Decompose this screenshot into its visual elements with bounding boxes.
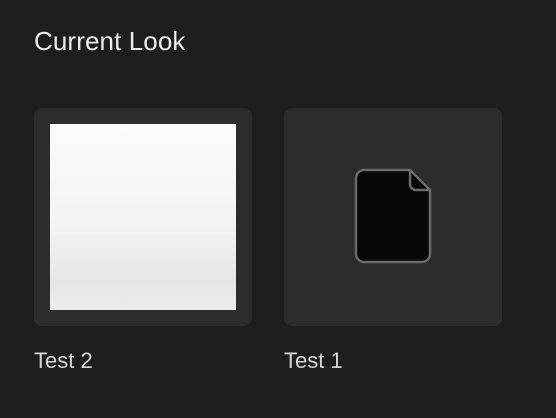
file-icon bbox=[354, 168, 432, 264]
current-look-panel: Current Look Test 2 Test 1 bbox=[0, 0, 556, 418]
look-label-test-2: Test 2 bbox=[34, 348, 93, 373]
look-tile-test-1[interactable] bbox=[284, 108, 502, 326]
look-thumbnail bbox=[50, 124, 236, 310]
look-label-test-1: Test 1 bbox=[284, 348, 343, 373]
section-title: Current Look bbox=[34, 26, 186, 56]
look-tile-test-2[interactable] bbox=[34, 108, 252, 326]
